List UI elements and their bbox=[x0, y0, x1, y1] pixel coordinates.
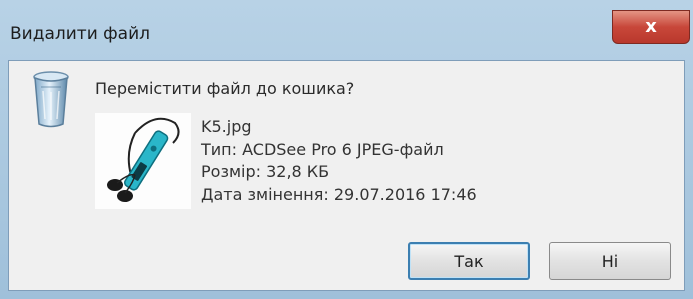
recycle-bin-icon bbox=[33, 71, 69, 128]
window-title: Видалити файл bbox=[10, 24, 151, 44]
confirmation-question: Перемістити файл до кошика? bbox=[95, 79, 355, 98]
dialog-body: Перемістити файл до кошика? K5.jpg Тип: … bbox=[8, 60, 685, 291]
yes-button[interactable]: Так bbox=[408, 242, 530, 280]
file-modified: Дата змінення: 29.07.2016 17:46 bbox=[201, 184, 477, 204]
file-thumbnail bbox=[95, 113, 191, 209]
yes-button-label: Так bbox=[454, 251, 484, 271]
delete-file-dialog: Видалити файл x Перемістити файл до коши… bbox=[0, 0, 693, 299]
mp3-player-thumbnail bbox=[107, 117, 180, 202]
file-name: K5.jpg bbox=[201, 117, 252, 136]
title-bar[interactable]: Видалити файл x bbox=[0, 0, 693, 60]
no-button[interactable]: Ні bbox=[549, 242, 671, 280]
file-type: Тип: ACDSee Pro 6 JPEG-файл bbox=[201, 139, 444, 159]
file-size: Розмір: 32,8 КБ bbox=[201, 162, 330, 181]
close-button[interactable]: x bbox=[612, 10, 690, 44]
close-icon: x bbox=[645, 16, 657, 37]
no-button-label: Ні bbox=[601, 251, 619, 271]
file-details: K5.jpg Тип: ACDSee Pro 6 JPEG-файл Розмі… bbox=[201, 116, 477, 206]
